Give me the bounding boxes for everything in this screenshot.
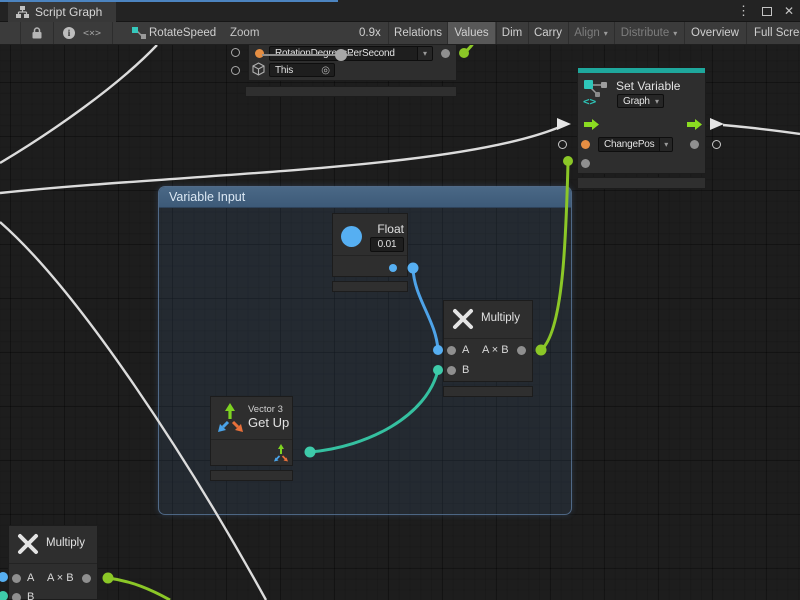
- node-accent-strip: [578, 68, 705, 73]
- node-float-footer: [332, 281, 408, 292]
- zoom-label: Zoom: [230, 22, 259, 44]
- group-header[interactable]: Variable Input: [159, 187, 571, 208]
- float-value: 0.01: [371, 239, 403, 250]
- node-get-variable[interactable]: RotationDegreesPerSecond ▾ This ◎: [248, 45, 457, 81]
- port-a-in[interactable]: [12, 574, 21, 583]
- flow-out-arrow-icon[interactable]: [687, 119, 702, 130]
- toolbar-button-dim[interactable]: Dim: [497, 22, 527, 44]
- node-get-up[interactable]: Vector 3 Get Up: [210, 396, 293, 466]
- flow-in-arrow-icon[interactable]: [584, 119, 599, 130]
- breadcrumb-graph-name[interactable]: RotateSpeed: [149, 22, 216, 44]
- label-a: A: [462, 344, 469, 356]
- window-close-icon[interactable]: ✕: [782, 4, 796, 18]
- multiply-title: Multiply: [481, 312, 520, 324]
- node-float[interactable]: Float 0.01: [332, 213, 408, 277]
- gameobject-cube-icon: [252, 62, 265, 76]
- scope-value: Graph: [618, 96, 655, 107]
- node-multiply-footer: [443, 386, 533, 397]
- group-title: Variable Input: [169, 190, 245, 204]
- target-picker-icon[interactable]: ◎: [321, 65, 334, 76]
- graph-asset-icon: [130, 22, 148, 44]
- code-preview-icon[interactable]: <×>: [78, 22, 106, 44]
- node-multiply-bottom[interactable]: Multiply A A × B B: [8, 525, 98, 600]
- tab-bar: Script Graph ⋮ ✕: [0, 0, 800, 22]
- scope-dropdown[interactable]: Graph ▾: [617, 94, 664, 108]
- get-variable-target-field[interactable]: This ◎: [269, 63, 335, 77]
- chevron-down-icon: ▾: [673, 29, 677, 38]
- row-divider: [333, 255, 407, 256]
- port-a-in[interactable]: [447, 346, 456, 355]
- multiply-title: Multiply: [46, 537, 85, 549]
- node-set-variable[interactable]: <> Set Variable Graph ▾ ChangePos ▾: [577, 67, 706, 174]
- label-b: B: [27, 591, 34, 600]
- port-ring-left[interactable]: [558, 140, 567, 149]
- variable-dropdown[interactable]: ▾: [417, 47, 432, 60]
- label-b: B: [462, 364, 469, 376]
- label-result: A × B: [482, 344, 509, 356]
- float-type-icon: [341, 226, 362, 247]
- script-graph-window: Variable Input RotationDegreesPerSecond …: [0, 0, 800, 600]
- row-divider: [444, 338, 532, 339]
- port-result-out[interactable]: [517, 346, 526, 355]
- toolbar-button-values[interactable]: Values: [448, 22, 495, 44]
- get-up-title: Get Up: [248, 415, 289, 430]
- port-value-input[interactable]: [581, 159, 590, 168]
- port-float-out[interactable]: [389, 264, 397, 272]
- row-divider: [211, 439, 292, 440]
- row-divider: [9, 563, 97, 564]
- label-a: A: [27, 572, 34, 584]
- graph-toolbar: i <×> RotateSpeed Zoom 0.9x Relations Va…: [0, 22, 800, 45]
- tab-script-graph[interactable]: Script Graph: [8, 2, 116, 22]
- toolbar-button-fullscreen[interactable]: Full Screen: [747, 22, 800, 44]
- toolbar-button-relations[interactable]: Relations: [389, 22, 447, 44]
- toolbar-button-align[interactable]: Align▾: [569, 22, 613, 44]
- port-ring-top[interactable]: [231, 48, 240, 57]
- port-result-out[interactable]: [82, 574, 91, 583]
- node-get-variable-footer: [245, 86, 457, 97]
- port-name-in[interactable]: [581, 140, 590, 149]
- port-b-in[interactable]: [447, 366, 456, 375]
- zoom-value: 0.9x: [359, 22, 381, 44]
- set-variable-name-value: ChangePos: [599, 139, 659, 150]
- target-value: This: [270, 65, 321, 76]
- toolbar-button-carry[interactable]: Carry: [529, 22, 567, 44]
- window-restore-icon[interactable]: [762, 7, 772, 16]
- set-variable-title: Set Variable: [616, 79, 680, 93]
- tab-title: Script Graph: [35, 5, 102, 19]
- graph-tree-icon: [16, 6, 29, 18]
- port-ring-bottom[interactable]: [231, 66, 240, 75]
- port-out-value[interactable]: [690, 140, 699, 149]
- float-value-field[interactable]: 0.01: [370, 237, 404, 252]
- lock-icon[interactable]: [26, 22, 48, 44]
- window-menu-icon[interactable]: ⋮: [735, 3, 752, 19]
- label-result: A × B: [47, 572, 74, 584]
- float-title: Float: [371, 222, 404, 236]
- set-variable-dropdown[interactable]: ▾: [659, 138, 672, 151]
- zoom-slider-handle[interactable]: [335, 49, 347, 61]
- get-up-type: Vector 3: [248, 404, 283, 415]
- node-set-variable-footer: [577, 177, 706, 189]
- multiply-icon: [452, 308, 474, 330]
- port-vector3-out-icon[interactable]: [273, 444, 289, 462]
- node-multiply[interactable]: Multiply A A × B B: [443, 300, 533, 382]
- node-get-up-footer: [210, 470, 293, 481]
- svg-text:<>: <>: [583, 95, 597, 106]
- port-value-out[interactable]: [441, 49, 450, 58]
- chevron-down-icon: ▾: [604, 29, 608, 38]
- vector3-icon: [217, 403, 245, 433]
- toolbar-button-distribute[interactable]: Distribute▾: [615, 22, 683, 44]
- set-variable-icon: <>: [583, 78, 611, 106]
- set-variable-name-field[interactable]: ChangePos ▾: [598, 137, 673, 152]
- toolbar-button-overview[interactable]: Overview: [685, 22, 745, 44]
- info-icon[interactable]: i: [60, 22, 78, 44]
- multiply-icon: [17, 533, 39, 555]
- port-b-in[interactable]: [12, 593, 21, 600]
- port-ring-right[interactable]: [712, 140, 721, 149]
